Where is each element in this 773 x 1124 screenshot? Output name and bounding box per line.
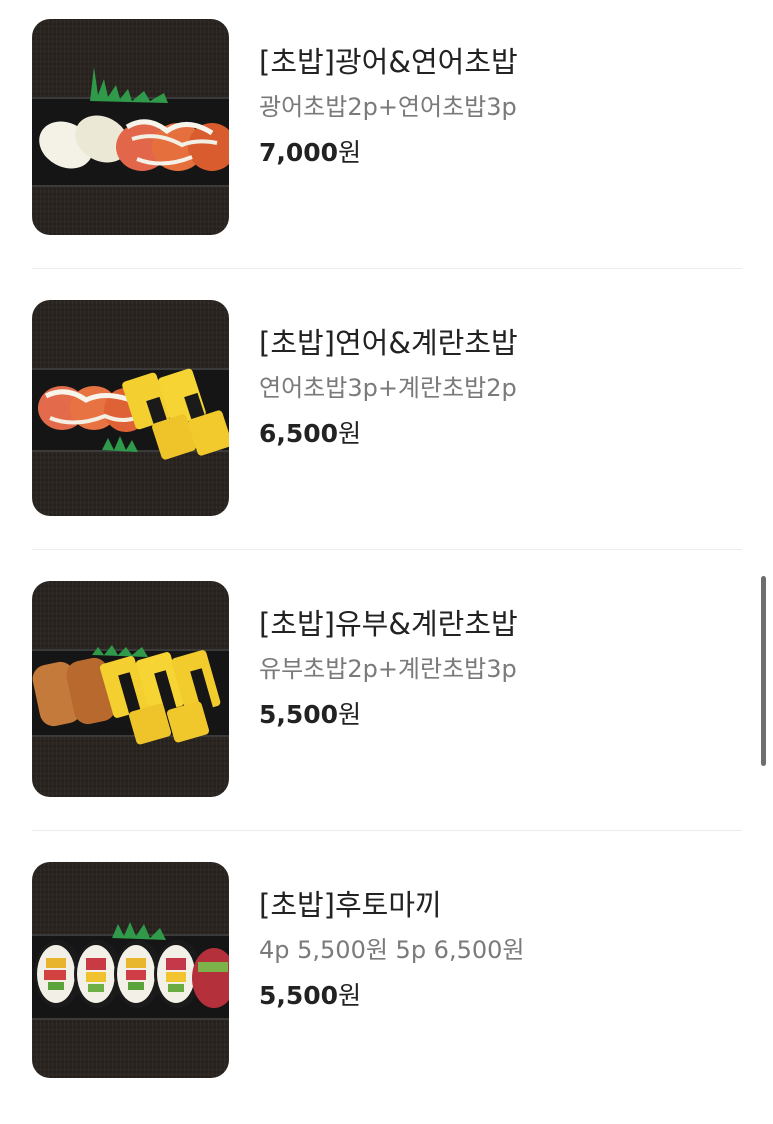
menu-item-price: 5,500원 — [259, 699, 739, 731]
menu-item-name: [초밥]후토마끼 — [259, 888, 442, 922]
menu-item-flatfish-salmon[interactable]: [초밥]광어&연어초밥 광어초밥2p+연어초밥3p 7,000원 — [0, 0, 773, 281]
flatfish-salmon-sushi-photo — [32, 19, 229, 235]
menu-item-price: 7,000원 — [259, 137, 739, 169]
price-value: 5,500 — [259, 700, 339, 729]
menu-item-name: [초밥]광어&연어초밥 — [259, 45, 518, 79]
menu-item-salmon-egg[interactable]: [초밥]연어&계란초밥 연어초밥3p+계란초밥2p 6,500원 — [0, 281, 773, 562]
menu-item-description: 유부초밥2p+계란초밥3p — [259, 655, 517, 683]
menu-item-inari-egg[interactable]: [초밥]유부&계란초밥 유부초밥2p+계란초밥3p 5,500원 — [0, 562, 773, 843]
price-value: 6,500 — [259, 419, 339, 448]
menu-item-description: 광어초밥2p+연어초밥3p — [259, 93, 517, 121]
menu-item-info: [초밥]후토마끼 4p 5,500원 5p 6,500원 5,500원 — [259, 887, 739, 1012]
price-value: 7,000 — [259, 138, 339, 167]
menu-item-futomaki[interactable]: [초밥]후토마끼 4p 5,500원 5p 6,500원 5,500원 — [0, 843, 773, 1124]
menu-item-info: [초밥]광어&연어초밥 광어초밥2p+연어초밥3p 7,000원 — [259, 44, 739, 169]
divider — [32, 268, 742, 269]
menu-item-description: 4p 5,500원 5p 6,500원 — [259, 936, 525, 964]
salmon-egg-sushi-photo — [32, 300, 229, 516]
divider — [32, 549, 742, 550]
price-currency: 원 — [338, 419, 362, 448]
inari-egg-sushi-photo — [32, 581, 229, 797]
price-currency: 원 — [338, 981, 362, 1010]
price-currency: 원 — [338, 138, 362, 167]
price-currency: 원 — [338, 700, 362, 729]
menu-item-price: 5,500원 — [259, 980, 739, 1012]
menu-item-description: 연어초밥3p+계란초밥2p — [259, 374, 517, 402]
menu-item-info: [초밥]연어&계란초밥 연어초밥3p+계란초밥2p 6,500원 — [259, 325, 739, 450]
menu-item-name: [초밥]연어&계란초밥 — [259, 326, 518, 360]
divider — [32, 830, 742, 831]
vertical-scrollbar[interactable] — [761, 576, 766, 766]
price-value: 5,500 — [259, 981, 339, 1010]
menu-item-info: [초밥]유부&계란초밥 유부초밥2p+계란초밥3p 5,500원 — [259, 606, 739, 731]
menu-item-price: 6,500원 — [259, 418, 739, 450]
menu-item-name: [초밥]유부&계란초밥 — [259, 607, 518, 641]
futomaki-photo — [32, 862, 229, 1078]
